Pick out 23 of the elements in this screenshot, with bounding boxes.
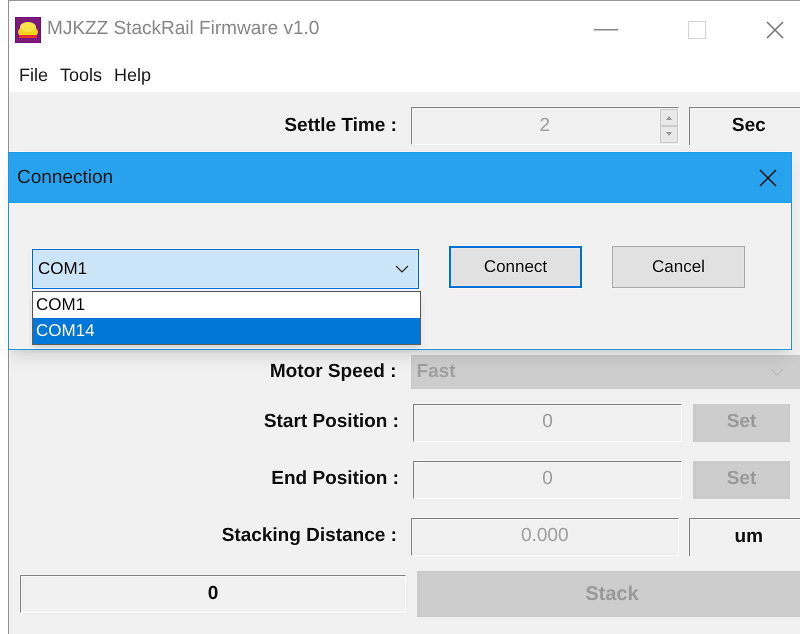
counter-display: 0 bbox=[20, 575, 406, 613]
close-icon[interactable] bbox=[759, 169, 777, 187]
field-label: Motor Speed : bbox=[268, 360, 398, 384]
field-label: End Position : bbox=[270, 467, 400, 492]
menu-item[interactable]: File bbox=[19, 62, 48, 88]
close-icon[interactable] bbox=[766, 20, 784, 38]
port-dropdown[interactable]: COM1 bbox=[32, 249, 419, 289]
unit-label: Sec bbox=[688, 107, 800, 145]
port-option[interactable]: COM1 bbox=[33, 292, 420, 318]
dialog-title: Connection bbox=[17, 166, 114, 190]
menu-item[interactable]: Help bbox=[114, 62, 152, 88]
minimize-icon[interactable] bbox=[594, 28, 618, 30]
field-label: Start Position : bbox=[262, 410, 400, 434]
dialog-button[interactable]: Cancel bbox=[612, 246, 745, 288]
app-logo-icon bbox=[15, 16, 41, 42]
port-option[interactable]: COM14 bbox=[33, 318, 420, 344]
field-label: Stacking Distance : bbox=[220, 524, 398, 548]
dialog-button[interactable]: Connect bbox=[449, 246, 582, 288]
chevron-down-icon bbox=[395, 265, 409, 273]
menu-item[interactable]: Tools bbox=[60, 62, 102, 88]
field-label: Settle Time : bbox=[283, 114, 398, 138]
unit-label: um bbox=[688, 518, 800, 556]
window-title: MJKZZ StackRail Firmware v1.0 bbox=[47, 17, 320, 42]
